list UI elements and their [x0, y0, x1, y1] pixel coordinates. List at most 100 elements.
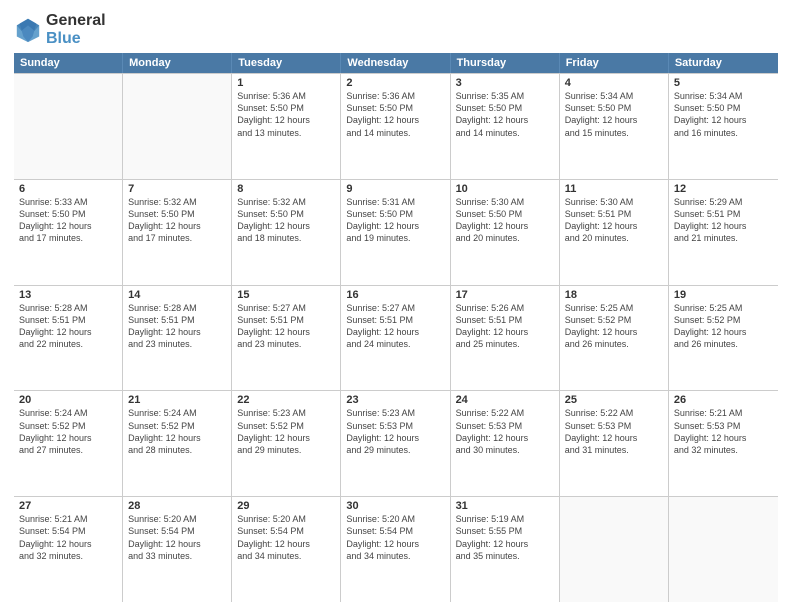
day-number: 19	[674, 289, 773, 301]
day-number: 13	[19, 289, 117, 301]
cell-info: Sunrise: 5:19 AM Sunset: 5:55 PM Dayligh…	[456, 513, 554, 562]
cal-cell: 26Sunrise: 5:21 AM Sunset: 5:53 PM Dayli…	[669, 391, 778, 496]
day-number: 17	[456, 289, 554, 301]
cal-cell: 23Sunrise: 5:23 AM Sunset: 5:53 PM Dayli…	[341, 391, 450, 496]
cell-info: Sunrise: 5:22 AM Sunset: 5:53 PM Dayligh…	[456, 407, 554, 456]
cal-cell: 30Sunrise: 5:20 AM Sunset: 5:54 PM Dayli…	[341, 497, 450, 602]
cal-cell: 9Sunrise: 5:31 AM Sunset: 5:50 PM Daylig…	[341, 180, 450, 285]
day-number: 2	[346, 77, 444, 89]
day-number: 9	[346, 183, 444, 195]
cell-info: Sunrise: 5:21 AM Sunset: 5:54 PM Dayligh…	[19, 513, 117, 562]
cal-cell: 10Sunrise: 5:30 AM Sunset: 5:50 PM Dayli…	[451, 180, 560, 285]
cell-info: Sunrise: 5:32 AM Sunset: 5:50 PM Dayligh…	[128, 196, 226, 245]
cal-cell	[123, 74, 232, 179]
cell-info: Sunrise: 5:20 AM Sunset: 5:54 PM Dayligh…	[128, 513, 226, 562]
cal-cell: 28Sunrise: 5:20 AM Sunset: 5:54 PM Dayli…	[123, 497, 232, 602]
cal-cell: 6Sunrise: 5:33 AM Sunset: 5:50 PM Daylig…	[14, 180, 123, 285]
day-number: 26	[674, 394, 773, 406]
cell-info: Sunrise: 5:32 AM Sunset: 5:50 PM Dayligh…	[237, 196, 335, 245]
day-number: 27	[19, 500, 117, 512]
week-row-2: 6Sunrise: 5:33 AM Sunset: 5:50 PM Daylig…	[14, 180, 778, 286]
day-number: 5	[674, 77, 773, 89]
cal-cell: 24Sunrise: 5:22 AM Sunset: 5:53 PM Dayli…	[451, 391, 560, 496]
cell-info: Sunrise: 5:20 AM Sunset: 5:54 PM Dayligh…	[346, 513, 444, 562]
cell-info: Sunrise: 5:24 AM Sunset: 5:52 PM Dayligh…	[128, 407, 226, 456]
day-number: 21	[128, 394, 226, 406]
logo-text: General Blue	[46, 12, 106, 47]
cal-cell: 12Sunrise: 5:29 AM Sunset: 5:51 PM Dayli…	[669, 180, 778, 285]
cell-info: Sunrise: 5:20 AM Sunset: 5:54 PM Dayligh…	[237, 513, 335, 562]
cell-info: Sunrise: 5:27 AM Sunset: 5:51 PM Dayligh…	[237, 302, 335, 351]
cal-cell: 3Sunrise: 5:35 AM Sunset: 5:50 PM Daylig…	[451, 74, 560, 179]
cell-info: Sunrise: 5:28 AM Sunset: 5:51 PM Dayligh…	[128, 302, 226, 351]
day-number: 20	[19, 394, 117, 406]
week-row-3: 13 Sunrise: 5:28 AM Sunset: 5:51 PM Dayli…	[14, 286, 778, 392]
header-cell-tuesday: Tuesday	[232, 53, 341, 73]
cell-info: Sunrise: 5:31 AM Sunset: 5:50 PM Dayligh…	[346, 196, 444, 245]
cell-info: Sunrise: 5:27 AM Sunset: 5:51 PM Dayligh…	[346, 302, 444, 351]
cal-cell	[669, 497, 778, 602]
cal-cell: 31Sunrise: 5:19 AM Sunset: 5:55 PM Dayli…	[451, 497, 560, 602]
page: General Blue SundayMondayTuesdayWednesda…	[0, 0, 792, 612]
cal-cell: 21Sunrise: 5:24 AM Sunset: 5:52 PM Dayli…	[123, 391, 232, 496]
day-number: 10	[456, 183, 554, 195]
day-number: 15	[237, 289, 335, 301]
cell-info: Sunrise: 5:36 AM Sunset: 5:50 PM Dayligh…	[346, 90, 444, 139]
calendar-body: 1 Sunrise: 5:36 AM Sunset: 5:50 PM Daylig…	[14, 73, 778, 602]
cal-cell: 29Sunrise: 5:20 AM Sunset: 5:54 PM Dayli…	[232, 497, 341, 602]
cal-cell: 8Sunrise: 5:32 AM Sunset: 5:50 PM Daylig…	[232, 180, 341, 285]
header-cell-saturday: Saturday	[669, 53, 778, 73]
header-cell-thursday: Thursday	[451, 53, 560, 73]
cal-cell: 15Sunrise: 5:27 AM Sunset: 5:51 PM Dayli…	[232, 286, 341, 391]
day-number: 16	[346, 289, 444, 301]
week-row-5: 27Sunrise: 5:21 AM Sunset: 5:54 PM Dayli…	[14, 497, 778, 602]
cal-cell: 4Sunrise: 5:34 AM Sunset: 5:50 PM Daylig…	[560, 74, 669, 179]
logo-icon	[14, 16, 42, 44]
cell-info: Sunrise: 5:35 AM Sunset: 5:50 PM Dayligh…	[456, 90, 554, 139]
day-number: 23	[346, 394, 444, 406]
day-number: 11	[565, 183, 663, 195]
day-number: 28	[128, 500, 226, 512]
cal-cell: 5Sunrise: 5:34 AM Sunset: 5:50 PM Daylig…	[669, 74, 778, 179]
cal-cell: 14Sunrise: 5:28 AM Sunset: 5:51 PM Dayli…	[123, 286, 232, 391]
cal-cell: 19Sunrise: 5:25 AM Sunset: 5:52 PM Dayli…	[669, 286, 778, 391]
cal-cell: 22Sunrise: 5:23 AM Sunset: 5:52 PM Dayli…	[232, 391, 341, 496]
cal-cell: 2Sunrise: 5:36 AM Sunset: 5:50 PM Daylig…	[341, 74, 450, 179]
cell-info: Sunrise: 5:34 AM Sunset: 5:50 PM Dayligh…	[674, 90, 773, 139]
cell-info: Sunrise: 5:30 AM Sunset: 5:50 PM Dayligh…	[456, 196, 554, 245]
logo: General Blue	[14, 12, 106, 47]
day-number: 30	[346, 500, 444, 512]
day-number: 24	[456, 394, 554, 406]
week-row-4: 20 Sunrise: 5:24 AM Sunset: 5:52 PM Dayli…	[14, 391, 778, 497]
day-number: 22	[237, 394, 335, 406]
cal-cell: 25Sunrise: 5:22 AM Sunset: 5:53 PM Dayli…	[560, 391, 669, 496]
week-row-1: 1 Sunrise: 5:36 AM Sunset: 5:50 PM Daylig…	[14, 73, 778, 180]
cell-info: Sunrise: 5:23 AM Sunset: 5:53 PM Dayligh…	[346, 407, 444, 456]
day-number: 1	[237, 77, 335, 89]
cal-cell: 17Sunrise: 5:26 AM Sunset: 5:51 PM Dayli…	[451, 286, 560, 391]
cell-info: Sunrise: 5:21 AM Sunset: 5:53 PM Dayligh…	[674, 407, 773, 456]
day-number: 8	[237, 183, 335, 195]
cal-cell: 1Sunrise: 5:36 AM Sunset: 5:50 PM Daylig…	[232, 74, 341, 179]
cell-info: Sunrise: 5:33 AM Sunset: 5:50 PM Dayligh…	[19, 196, 117, 245]
calendar: SundayMondayTuesdayWednesdayThursdayFrid…	[14, 53, 778, 602]
day-number: 6	[19, 183, 117, 195]
day-number: 3	[456, 77, 554, 89]
cal-cell: 11Sunrise: 5:30 AM Sunset: 5:51 PM Dayli…	[560, 180, 669, 285]
day-number: 29	[237, 500, 335, 512]
header: General Blue	[14, 10, 778, 47]
cell-info: Sunrise: 5:26 AM Sunset: 5:51 PM Dayligh…	[456, 302, 554, 351]
day-number: 18	[565, 289, 663, 301]
cell-info: Sunrise: 5:30 AM Sunset: 5:51 PM Dayligh…	[565, 196, 663, 245]
day-number: 12	[674, 183, 773, 195]
cell-info: Sunrise: 5:34 AM Sunset: 5:50 PM Dayligh…	[565, 90, 663, 139]
cal-cell: 27Sunrise: 5:21 AM Sunset: 5:54 PM Dayli…	[14, 497, 123, 602]
cal-cell: 20Sunrise: 5:24 AM Sunset: 5:52 PM Dayli…	[14, 391, 123, 496]
day-number: 7	[128, 183, 226, 195]
cell-info: Sunrise: 5:23 AM Sunset: 5:52 PM Dayligh…	[237, 407, 335, 456]
day-number: 4	[565, 77, 663, 89]
day-number: 14	[128, 289, 226, 301]
cal-cell: 18Sunrise: 5:25 AM Sunset: 5:52 PM Dayli…	[560, 286, 669, 391]
cal-cell: 7Sunrise: 5:32 AM Sunset: 5:50 PM Daylig…	[123, 180, 232, 285]
header-cell-monday: Monday	[123, 53, 232, 73]
